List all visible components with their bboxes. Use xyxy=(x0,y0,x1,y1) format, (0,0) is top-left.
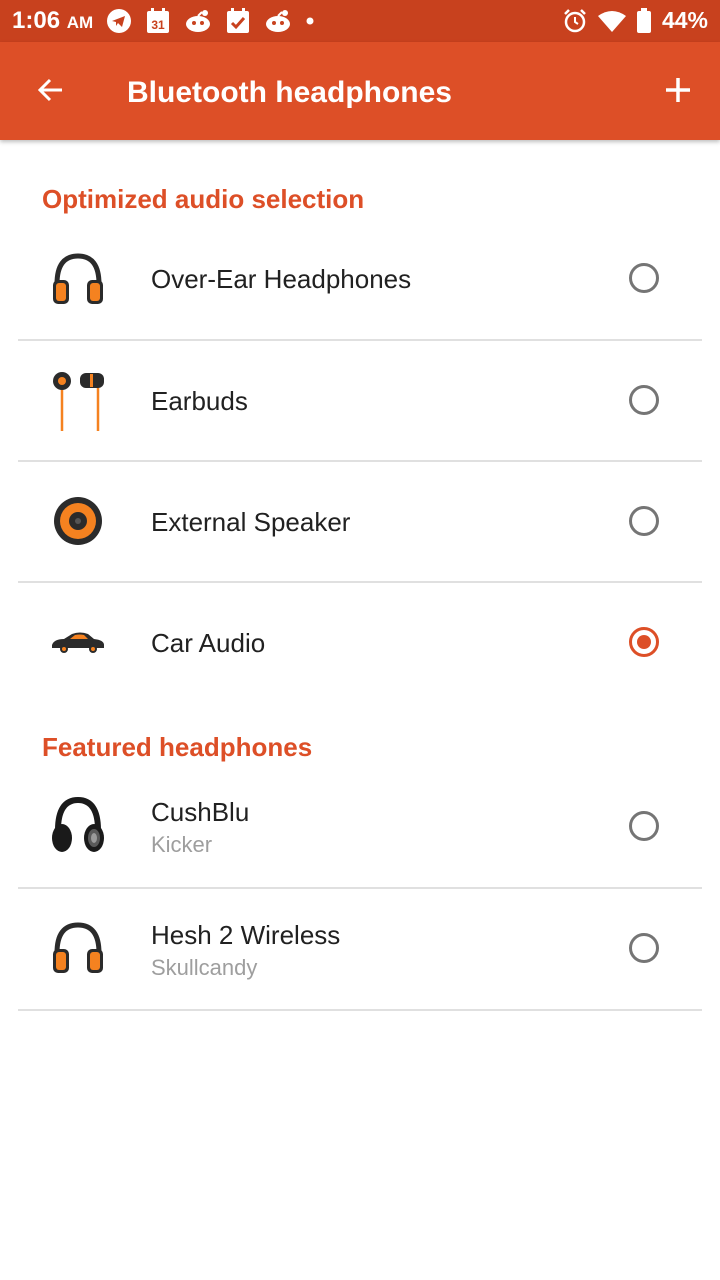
radio-button[interactable] xyxy=(629,506,659,536)
battery-icon xyxy=(636,7,651,33)
radio-button[interactable] xyxy=(629,385,659,415)
status-time: 1:06 AM xyxy=(12,7,94,34)
app-bar: Bluetooth headphones xyxy=(0,42,720,140)
add-button[interactable] xyxy=(656,68,700,112)
calendar-icon: 31 xyxy=(147,8,169,33)
item-label: Hesh 2 Wireless xyxy=(151,920,341,950)
speaker-icon xyxy=(44,487,112,555)
list-item-over-ear-headphones[interactable]: Over-Ear Headphones xyxy=(0,218,720,340)
radio-button[interactable] xyxy=(629,811,659,841)
item-brand: Skullcandy xyxy=(151,955,258,980)
section-header-featured: Featured headphones xyxy=(42,732,313,762)
divider xyxy=(18,1009,702,1011)
reddit-icon xyxy=(266,10,290,32)
reddit-icon xyxy=(186,10,210,32)
list-item-external-speaker[interactable]: External Speaker xyxy=(0,461,720,582)
list-item-car-audio[interactable]: Car Audio xyxy=(0,582,720,704)
item-label: External Speaker xyxy=(151,507,351,537)
item-label: Over-Ear Headphones xyxy=(151,264,412,294)
item-label: Car Audio xyxy=(151,628,266,658)
section-header-optimized: Optimized audio selection xyxy=(42,184,365,214)
notification-icons: 31 xyxy=(106,8,328,34)
radio-button[interactable] xyxy=(629,263,659,293)
cushblu-headphones-icon xyxy=(44,792,112,860)
item-brand: Kicker xyxy=(151,832,213,857)
telegram-icon xyxy=(107,9,131,33)
back-button[interactable] xyxy=(28,68,72,112)
svg-text:31: 31 xyxy=(151,18,165,32)
dot-icon xyxy=(306,17,314,25)
calendar-check-icon xyxy=(227,8,249,33)
radio-button[interactable] xyxy=(629,933,659,963)
list-item-hesh-2-wireless[interactable]: Hesh 2 Wireless Skullcandy xyxy=(0,888,720,1009)
page-title: Bluetooth headphones xyxy=(127,76,452,109)
item-label: CushBlu xyxy=(151,797,250,827)
battery-percent: 44% xyxy=(661,7,708,33)
headphones-icon xyxy=(44,914,112,982)
earbuds-icon xyxy=(44,367,112,435)
car-icon xyxy=(44,609,112,677)
status-bar: 1:06 AM 31 44% xyxy=(0,0,720,42)
system-icons: 44% xyxy=(552,7,708,34)
item-label: Earbuds xyxy=(151,386,248,416)
radio-button-selected[interactable] xyxy=(629,627,659,657)
wifi-icon xyxy=(597,10,626,32)
arrow-back-icon xyxy=(37,78,62,102)
headphones-icon xyxy=(44,245,112,313)
plus-icon xyxy=(666,78,690,102)
list-item-cushblu[interactable]: CushBlu Kicker xyxy=(0,765,720,887)
list-item-earbuds[interactable]: Earbuds xyxy=(0,340,720,461)
alarm-icon xyxy=(564,8,586,32)
